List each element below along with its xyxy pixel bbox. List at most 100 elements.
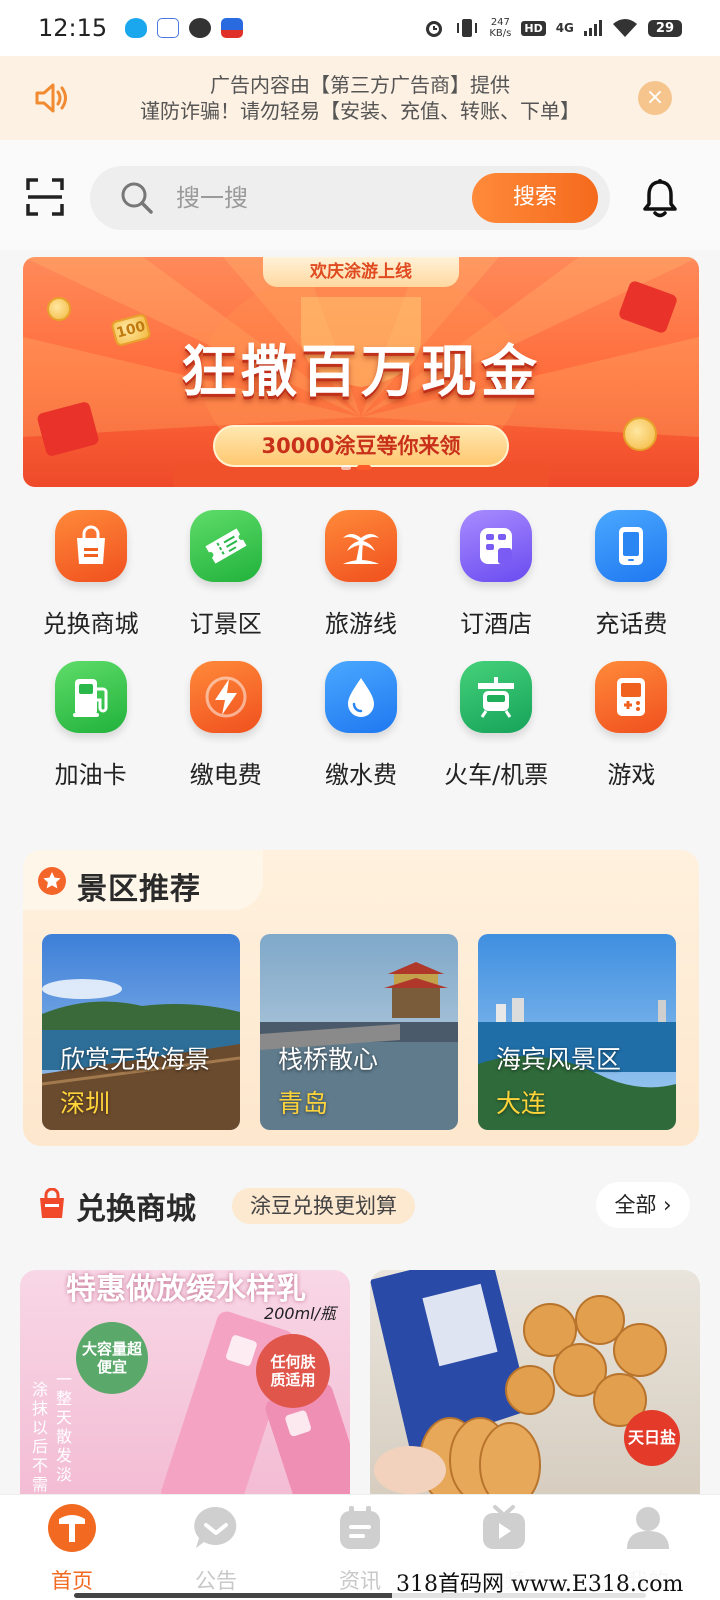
quick-icon-bg	[54, 510, 127, 582]
quick-link-label: 旅游线	[324, 610, 397, 638]
star-badge-icon	[38, 867, 66, 895]
scenic-card-dalian[interactable]: 海宾风景区 大连	[478, 934, 676, 1130]
ad-notice-line-1: 广告内容由【第三方广告商】提供	[210, 73, 510, 97]
network-speed: 247 KB/s	[489, 17, 512, 39]
quick-link-label: 缴水费	[324, 761, 397, 789]
scenic-city: 青岛	[278, 1089, 329, 1118]
search-row: 搜索	[0, 140, 720, 250]
status-bar: 12:15 247 KB/s HD 4G 29	[0, 0, 720, 56]
quick-link-label: 订景区	[189, 610, 262, 638]
quick-link-scenic-ticket[interactable]: 订景区	[158, 510, 293, 639]
quick-icon-bg	[54, 661, 127, 733]
quick-icon-bg	[460, 510, 533, 582]
ticket-icon	[205, 528, 247, 564]
bell-icon[interactable]	[642, 178, 678, 218]
product-card[interactable]: 天日盐	[370, 1270, 700, 1500]
vibrate-icon	[457, 19, 478, 37]
view-all-button[interactable]: 全部 ›	[596, 1182, 690, 1228]
nav-label: 首页	[51, 1569, 93, 1593]
phone-icon	[619, 527, 644, 565]
shopping-bag-icon	[40, 1188, 64, 1218]
quick-link-travel-route[interactable]: 旅游线	[293, 510, 428, 639]
scenic-recommend-section: 景区推荐 欣赏无敌海景 深圳 栈桥散心 青岛 海宾风景区 大连	[23, 850, 699, 1146]
exchange-mall-badge: 涂豆兑换更划算	[232, 1188, 415, 1224]
profile-icon	[627, 1507, 669, 1549]
system-indicators: 247 KB/s HD 4G 29	[423, 17, 682, 39]
quick-icon-bg	[324, 510, 397, 582]
banner-pagination	[341, 465, 371, 470]
scenic-section-title: 景区推荐	[77, 872, 201, 907]
banner-tag: 欢庆涂游上线	[263, 257, 459, 287]
nav-announcement[interactable]: 公告	[144, 1495, 288, 1600]
product-side-text: 涂抹以后不需	[32, 1380, 49, 1494]
ad-notice-line-2: 谨防诈骗！请勿轻易【安装、充值、转账、下单】	[140, 99, 580, 123]
ad-notice-bar: 广告内容由【第三方广告商】提供 谨防诈骗！请勿轻易【安装、充值、转账、下单】 ×	[0, 56, 720, 140]
message-notification-icon	[189, 18, 212, 38]
battery-indicator: 29	[647, 19, 682, 37]
product-tag: 天日盐	[624, 1410, 680, 1466]
qq-notification-icon	[125, 18, 148, 38]
nav-home[interactable]: 首页	[0, 1495, 144, 1600]
baidu-notification-icon	[221, 18, 244, 38]
exchange-mall-header: 兑换商城 涂豆兑换更划算 全部 ›	[0, 1170, 720, 1240]
scenic-card-qingdao[interactable]: 栈桥散心 青岛	[260, 934, 458, 1130]
banner-subline: 30000涂豆等你来领	[213, 425, 509, 467]
hotel-icon	[480, 528, 513, 564]
search-button[interactable]: 搜索	[472, 173, 598, 223]
quick-icon-bg	[595, 510, 668, 582]
hd-badge: HD	[521, 20, 546, 36]
game-console-icon	[617, 678, 646, 716]
quick-link-train-flight[interactable]: 火车/机票	[429, 661, 564, 790]
quick-link-games[interactable]: 游戏	[564, 661, 699, 790]
scenic-name: 栈桥散心	[278, 1045, 379, 1074]
quick-link-hotel[interactable]: 订酒店	[429, 510, 564, 639]
water-drop-icon	[347, 678, 374, 717]
video-icon	[483, 1505, 525, 1549]
ad-close-button[interactable]: ×	[638, 81, 672, 115]
train-icon	[478, 677, 515, 718]
product-card[interactable]: 特惠做放缓水样乳 200ml/瓶 大容量超便宜 任何肤质适用 涂抹以后不需 一整…	[20, 1270, 350, 1500]
quick-icon-bg	[595, 661, 668, 733]
search-box[interactable]: 搜索	[90, 166, 610, 230]
signal-icon	[583, 20, 602, 36]
search-input[interactable]	[176, 178, 446, 218]
scenic-name: 海宾风景区	[496, 1045, 622, 1074]
ad-notice-text: 广告内容由【第三方广告商】提供 谨防诈骗！请勿轻易【安装、充值、转账、下单】	[0, 72, 720, 124]
coin-decoration	[47, 297, 71, 321]
product-sticker: 大容量超便宜	[76, 1322, 148, 1394]
quick-icon-bg	[189, 510, 262, 582]
chevron-right-icon: ›	[663, 1193, 672, 1217]
banner-dot-active	[357, 465, 371, 470]
quick-link-label: 充话费	[595, 610, 668, 638]
quick-icon-bg	[324, 661, 397, 733]
quick-link-electricity[interactable]: 缴电费	[158, 661, 293, 790]
palm-tree-icon	[342, 534, 379, 564]
shopping-bag-icon	[76, 525, 105, 564]
scan-icon[interactable]	[26, 178, 64, 216]
view-all-label: 全部	[614, 1193, 657, 1217]
quick-link-water[interactable]: 缴水费	[293, 661, 428, 790]
quick-link-phone-recharge[interactable]: 充话费	[564, 510, 699, 639]
search-icon	[121, 182, 153, 214]
exchange-mall-title: 兑换商城	[76, 1192, 196, 1227]
banner-dot	[341, 465, 351, 470]
wifi-icon	[612, 19, 637, 37]
quick-link-exchange-mall[interactable]: 兑换商城	[23, 510, 158, 639]
alarm-icon	[426, 21, 443, 37]
promo-banner[interactable]: 100 欢庆涂游上线 狂撒百万现金 30000涂豆等你来领	[23, 257, 699, 487]
app-notification-icon	[157, 18, 180, 38]
coin-decoration	[623, 417, 657, 451]
scenic-name: 欣赏无敌海景	[60, 1045, 211, 1074]
scenic-list: 欣赏无敌海景 深圳 栈桥散心 青岛 海宾风景区 大连	[42, 934, 676, 1130]
scenic-city: 大连	[496, 1089, 547, 1118]
watermark: 318首码网 www.E318.com	[392, 1566, 688, 1598]
scenic-card-shenzhen[interactable]: 欣赏无敌海景 深圳	[42, 934, 240, 1130]
notification-icons	[125, 18, 244, 38]
quick-links-grid: 兑换商城 订景区 旅游线 订酒店 充话费 加油卡 缴电费 缴水费 火车/机票 游…	[23, 510, 699, 790]
quick-link-fuel-card[interactable]: 加油卡	[23, 661, 158, 790]
speaker-icon	[35, 83, 67, 113]
product-side-text: 一整天散发淡	[56, 1370, 73, 1484]
quick-link-label: 加油卡	[54, 761, 127, 789]
status-time: 12:15	[38, 14, 108, 42]
lightning-icon	[205, 676, 247, 718]
